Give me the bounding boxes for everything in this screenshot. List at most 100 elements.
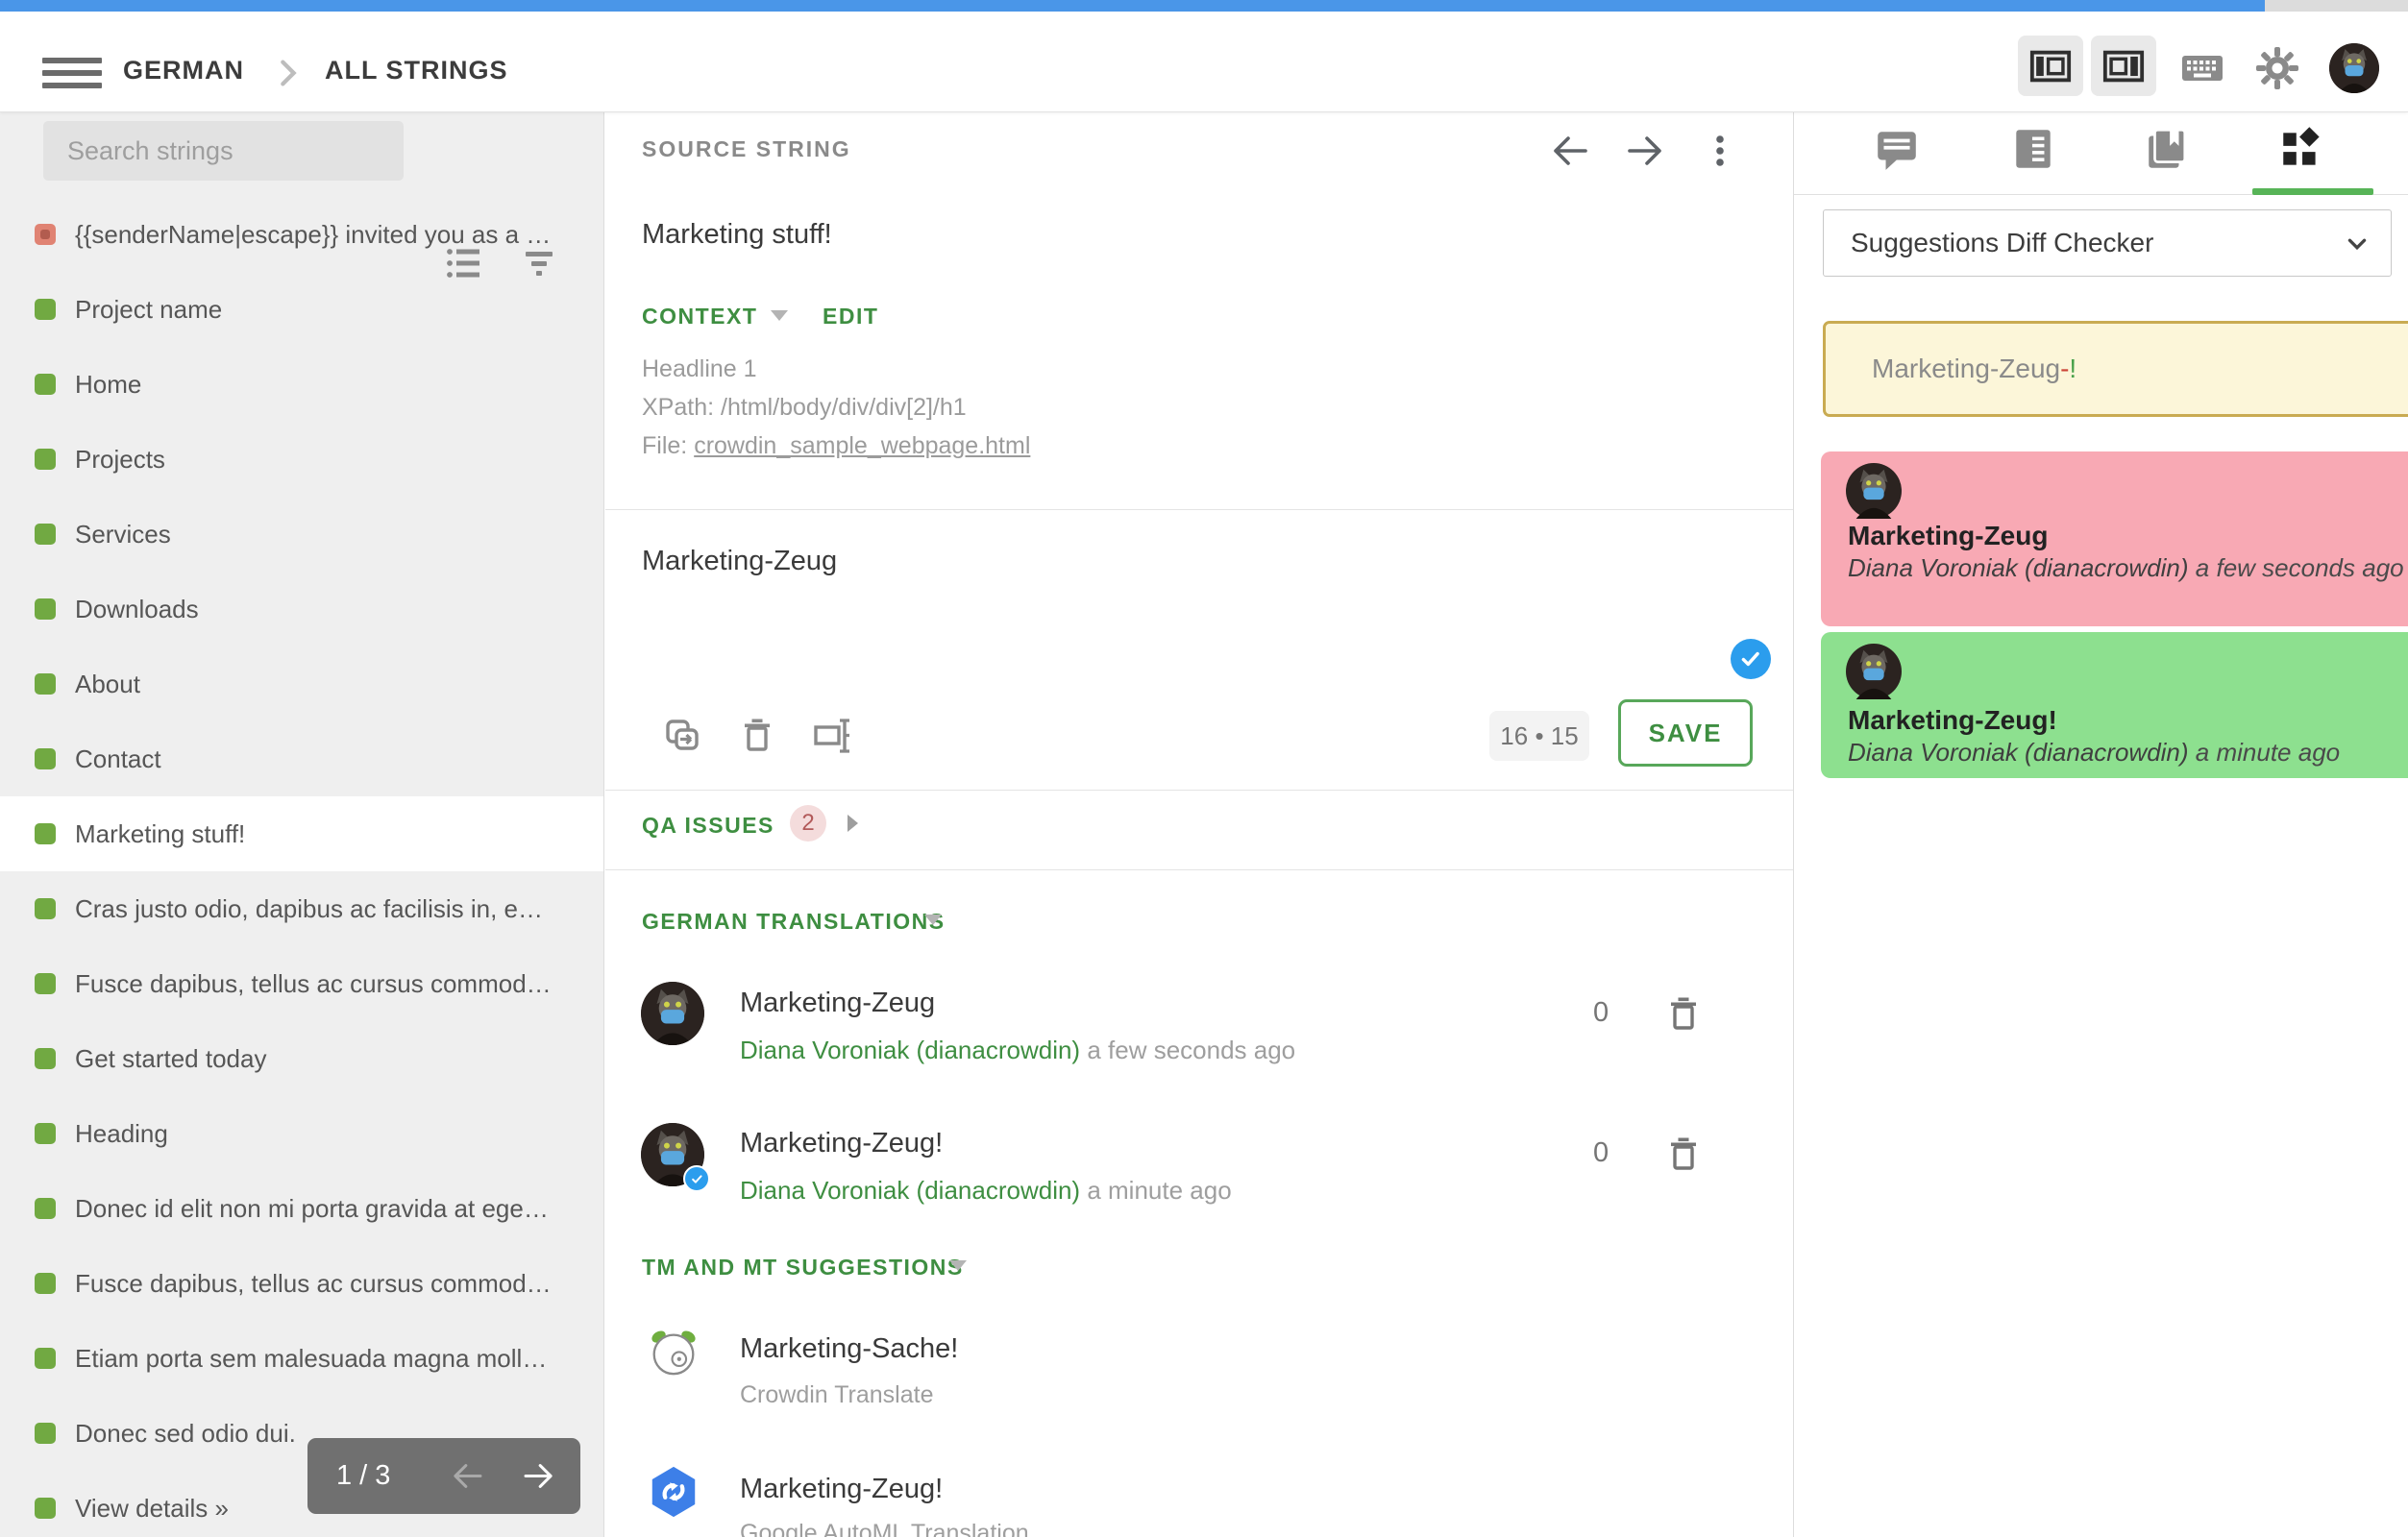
string-status-icon (35, 374, 56, 395)
string-list-item[interactable]: Project name (0, 272, 603, 347)
string-list-item[interactable]: Services (0, 497, 603, 572)
translation-time: a few seconds ago (1087, 1036, 1295, 1064)
diff-card-text: Marketing-Zeug! (1848, 705, 2057, 736)
menu-icon[interactable] (42, 58, 102, 88)
context-button[interactable]: CONTEXT (642, 304, 757, 329)
strings-sidebar: {{senderName|escape}} invited you as a …… (0, 111, 604, 1537)
diff-card-old[interactable]: Marketing-Zeug Diana Voroniak (dianacrow… (1821, 451, 2408, 626)
qa-issues-count-badge: 2 (790, 805, 826, 842)
search-strings-box (43, 121, 404, 181)
string-label: Home (75, 347, 592, 422)
string-list-item[interactable]: Marketing stuff! (0, 796, 603, 871)
edit-context-button[interactable]: EDIT (823, 304, 878, 329)
string-status-icon (35, 1348, 56, 1369)
file-label: File: (642, 432, 687, 459)
string-label: Downloads (75, 572, 592, 647)
crowdin-translate-icon (646, 1324, 701, 1379)
diff-card-author: Diana Voroniak (dianacrowdin) (1848, 738, 2189, 767)
string-label: Fusce dapibus, tellus ac cursus commod… (75, 946, 592, 1021)
copy-source-icon[interactable] (661, 715, 703, 757)
breadcrumb-all-strings[interactable]: ALL STRINGS (325, 56, 508, 85)
diff-added-text: ! (2069, 354, 2076, 383)
character-counter: 16 • 15 (1489, 711, 1589, 761)
translation-rating: 0 (1593, 997, 1609, 1029)
toggle-right-panel-button[interactable] (2091, 36, 2156, 96)
string-status-icon (35, 1423, 56, 1444)
string-list-item[interactable]: Downloads (0, 572, 603, 647)
widget-selector-dropdown[interactable]: Suggestions Diff Checker (1823, 209, 2392, 277)
string-list-item[interactable]: Fusce dapibus, tellus ac cursus commod… (0, 946, 603, 1021)
diff-base-text: Marketing-Zeug (1872, 354, 2060, 383)
file-link[interactable]: crowdin_sample_webpage.html (694, 432, 1030, 459)
user-avatar[interactable] (2329, 43, 2379, 93)
diff-result-box: Marketing-Zeug-! (1823, 321, 2408, 417)
string-list-item[interactable]: Etiam porta sem malesuada magna moll… (0, 1321, 603, 1396)
suggestion-text[interactable]: Marketing-Sache! (740, 1333, 958, 1365)
string-status-icon (35, 598, 56, 620)
string-status-icon (35, 898, 56, 919)
string-status-icon (35, 1123, 56, 1144)
string-list-item[interactable]: {{senderName|escape}} invited you as a … (0, 197, 603, 272)
translation-input-text[interactable]: Marketing-Zeug (642, 546, 837, 577)
translation-text[interactable]: Marketing-Zeug (740, 988, 935, 1019)
string-label: Heading (75, 1096, 592, 1171)
context-dropdown-icon[interactable] (771, 310, 788, 321)
string-status-icon (35, 1048, 56, 1069)
delete-translation-trash-icon[interactable] (1664, 995, 1703, 1034)
select-text-icon[interactable] (813, 715, 855, 757)
widget-selector-value: Suggestions Diff Checker (1851, 210, 2153, 276)
search-strings-input[interactable] (43, 121, 404, 181)
approved-check-icon (1731, 639, 1771, 679)
tab-widgets[interactable] (2277, 125, 2325, 173)
tm-mt-collapse-icon[interactable] (949, 1260, 967, 1271)
translation-author-link[interactable]: Diana Voroniak (dianacrowdin) (740, 1176, 1080, 1205)
string-list-item[interactable]: Get started today (0, 1021, 603, 1096)
qa-issues-label[interactable]: QA ISSUES (642, 813, 774, 839)
clear-translation-trash-icon[interactable] (738, 717, 776, 755)
translation-author-link[interactable]: Diana Voroniak (dianacrowdin) (740, 1036, 1080, 1064)
diff-card-new[interactable]: Marketing-Zeug! Diana Voroniak (dianacro… (1821, 632, 2408, 778)
save-button[interactable]: SAVE (1618, 699, 1753, 767)
tab-comments[interactable] (1873, 125, 1921, 173)
delete-translation-trash-icon[interactable] (1664, 1135, 1703, 1174)
breadcrumb-chevron-icon (272, 57, 305, 89)
translation-progress-track (0, 0, 2408, 12)
string-list-item[interactable]: Heading (0, 1096, 603, 1171)
tab-glossary[interactable] (2143, 125, 2191, 173)
string-label: {{senderName|escape}} invited you as a … (75, 197, 592, 272)
string-status-icon (35, 449, 56, 470)
toggle-left-panel-button[interactable] (2018, 36, 2083, 96)
breadcrumb-language[interactable]: GERMAN (123, 56, 244, 85)
german-translations-header[interactable]: GERMAN TRANSLATIONS (642, 909, 946, 935)
previous-string-icon[interactable] (1549, 130, 1591, 172)
string-list-item[interactable]: Donec id elit non mi porta gravida at eg… (0, 1171, 603, 1246)
tab-terms[interactable] (2009, 125, 2057, 173)
translation-text[interactable]: Marketing-Zeug! (740, 1128, 943, 1159)
string-list-item[interactable]: About (0, 647, 603, 721)
next-string-icon[interactable] (1624, 130, 1666, 172)
keyboard-shortcuts-icon[interactable] (2179, 45, 2225, 91)
string-label: Marketing stuff! (75, 796, 592, 871)
divider (605, 509, 1793, 510)
string-list-item[interactable]: Projects (0, 422, 603, 497)
previous-page-icon[interactable] (450, 1458, 485, 1494)
suggestion-text[interactable]: Marketing-Zeug! (740, 1474, 943, 1505)
top-header: GERMAN ALL STRINGS (0, 12, 2408, 112)
german-translations-collapse-icon[interactable] (924, 915, 942, 925)
string-label: Cras justo odio, dapibus ac facilisis in… (75, 871, 592, 946)
string-label: Contact (75, 721, 592, 796)
qa-issues-expand-icon[interactable] (848, 815, 858, 832)
diff-card-author: Diana Voroniak (dianacrowdin) (1848, 553, 2189, 582)
next-page-icon[interactable] (521, 1458, 556, 1494)
string-list-item[interactable]: Home (0, 347, 603, 422)
string-list: {{senderName|escape}} invited you as a …… (0, 197, 603, 1537)
diff-card-text: Marketing-Zeug (1848, 521, 2048, 551)
string-list-item[interactable]: Contact (0, 721, 603, 796)
context-headline: Headline 1 (642, 355, 757, 383)
tm-mt-suggestions-header[interactable]: TM AND MT SUGGESTIONS (642, 1255, 964, 1281)
diff-card-time: a minute ago (2196, 738, 2340, 767)
settings-gear-icon[interactable] (2254, 45, 2300, 91)
string-list-item[interactable]: Fusce dapibus, tellus ac cursus commod… (0, 1246, 603, 1321)
more-options-kebab-icon[interactable] (1699, 130, 1741, 172)
string-list-item[interactable]: Cras justo odio, dapibus ac facilisis in… (0, 871, 603, 946)
